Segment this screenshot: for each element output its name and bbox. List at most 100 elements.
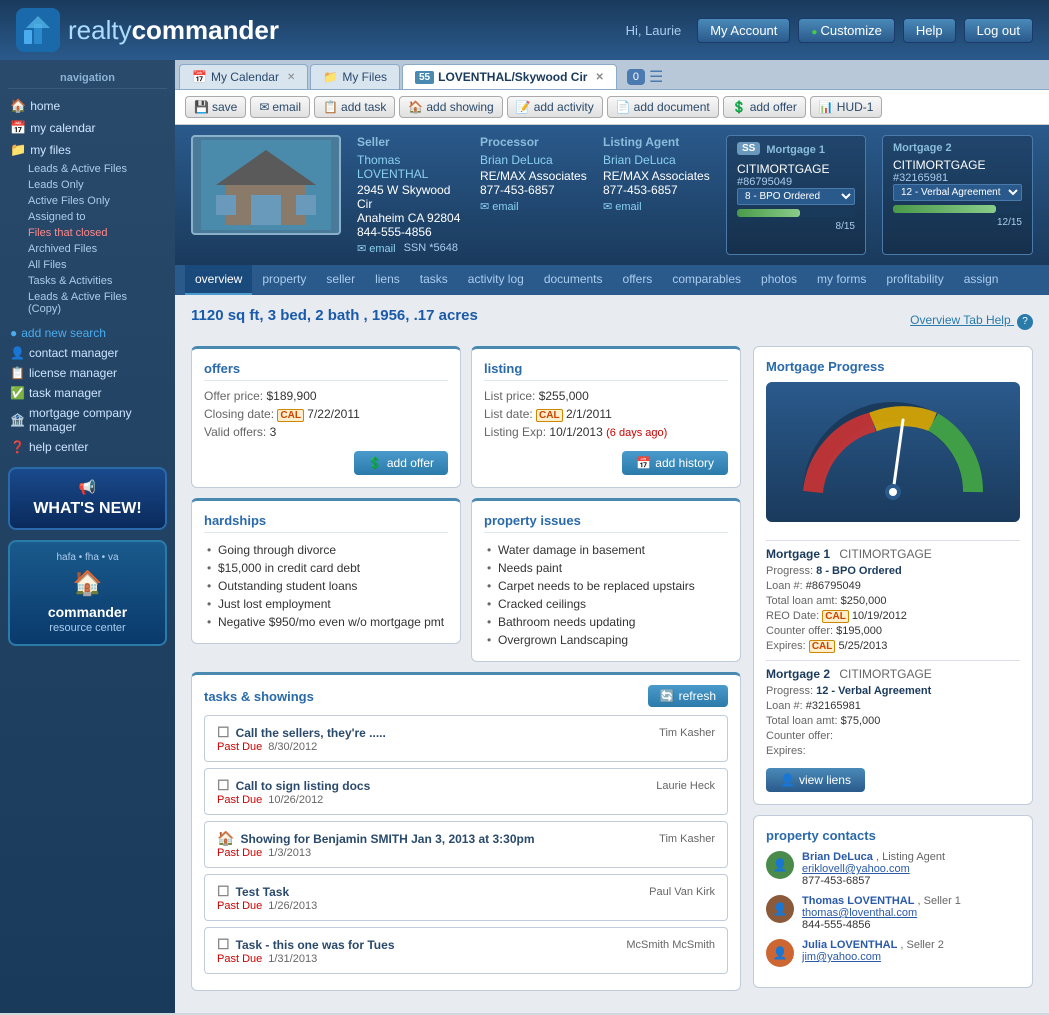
- task-checkbox-icon: ☐: [217, 777, 230, 794]
- mortgage1-lender: CITIMORTGAGE: [737, 162, 855, 176]
- sidebar-item-label: mortgage company manager: [29, 406, 165, 434]
- email-button[interactable]: ✉ email: [250, 96, 310, 118]
- mortgage-progress-box: Mortgage Progress: [753, 346, 1033, 805]
- tab-extras: 0 ☰: [623, 67, 663, 87]
- subnav-seller[interactable]: seller: [316, 265, 365, 295]
- add-showing-button[interactable]: 🏠 add showing: [399, 96, 502, 118]
- sidebar-sub-leads-active[interactable]: Leads & Active Files: [8, 161, 167, 177]
- seller-city: Anaheim CA 92804: [357, 211, 464, 225]
- tasks-showings-section: tasks & showings 🔄 refresh: [191, 672, 741, 991]
- sidebar-item-files[interactable]: 📁 my files: [8, 139, 167, 161]
- greeting-text: Hi, Laurie: [626, 23, 682, 38]
- subnav-photos[interactable]: photos: [751, 265, 807, 295]
- hud1-icon: 📊: [819, 100, 834, 114]
- add-task-button[interactable]: 📋 add task: [314, 96, 395, 118]
- subnav-assign[interactable]: assign: [954, 265, 1009, 295]
- subnav-liens[interactable]: liens: [365, 265, 410, 295]
- closing-date-field: Closing date: CAL 7/22/2011: [204, 407, 448, 421]
- add-document-button[interactable]: 📄 add document: [607, 96, 719, 118]
- seller-name-link[interactable]: Thomas LOVENTHAL: [357, 153, 464, 181]
- hud1-button[interactable]: 📊 HUD-1: [810, 96, 883, 118]
- subnav-property[interactable]: property: [252, 265, 316, 295]
- view-liens-button[interactable]: 👤 view liens: [766, 768, 865, 792]
- tab-loventhal[interactable]: 55 LOVENTHAL/Skywood Cir ✕: [402, 64, 617, 89]
- contact-email-link[interactable]: thomas@loventhal.com: [802, 907, 917, 919]
- mortgage1-status-select[interactable]: 8 - BPO Ordered: [737, 188, 855, 205]
- contact-email-link[interactable]: eriklovell@yahoo.com: [802, 863, 910, 875]
- seller-email-link[interactable]: ✉ email: [357, 242, 396, 255]
- sidebar-sub-tasks[interactable]: Tasks & Activities: [8, 273, 167, 289]
- contact-avatar: 👤: [766, 851, 794, 879]
- processor-name-link[interactable]: Brian DeLuca: [480, 153, 587, 167]
- refresh-button[interactable]: 🔄 refresh: [648, 685, 728, 707]
- processor-email-link[interactable]: ✉ email: [480, 200, 587, 213]
- tab-list-button[interactable]: ☰: [649, 67, 663, 87]
- m2-loan: Loan #: #32165981: [766, 700, 1020, 712]
- add-history-button[interactable]: 📅 add history: [622, 451, 728, 475]
- contact-item: 👤 Julia LOVENTHAL , Seller 2 jim@yahoo.c…: [766, 939, 1020, 967]
- mortgage2-status-select[interactable]: 12 - Verbal Agreement: [893, 184, 1022, 201]
- sidebar-sub-active-only[interactable]: Active Files Only: [8, 193, 167, 209]
- sidebar-license-manager[interactable]: 📋 license manager: [8, 363, 167, 383]
- processor-company: RE/MAX Associates: [480, 169, 587, 183]
- contact-name-link[interactable]: Thomas LOVENTHAL: [802, 895, 914, 907]
- subnav-comparables[interactable]: comparables: [662, 265, 751, 295]
- showing-item: 🏠 Showing for Benjamin SMITH Jan 3, 2013…: [204, 821, 728, 868]
- contact-role: , Seller 1: [918, 895, 961, 907]
- sidebar-item-home[interactable]: 🏠 home: [8, 95, 167, 117]
- tab-calendar[interactable]: 📅 My Calendar ✕: [179, 64, 308, 89]
- tab-close-loventhal[interactable]: ✕: [595, 72, 603, 83]
- sidebar-add-new-search[interactable]: ● add new search: [8, 323, 167, 343]
- home-icon: 🏠: [10, 98, 26, 114]
- mortgage1-box: SS Mortgage 1 CITIMORTGAGE #86795049 8 -…: [726, 135, 866, 255]
- subnav-documents[interactable]: documents: [534, 265, 613, 295]
- contact-email-link[interactable]: jim@yahoo.com: [802, 951, 881, 963]
- task-due-date: 10/26/2012: [268, 794, 323, 806]
- contact-name-link[interactable]: Brian DeLuca: [802, 851, 873, 863]
- sidebar-sub-all-files[interactable]: All Files: [8, 257, 167, 273]
- sidebar-sub-leads-copy[interactable]: Leads & Active Files (Copy): [8, 289, 167, 317]
- showing-icon: 🏠: [217, 830, 234, 847]
- customize-button[interactable]: ●Customize: [798, 18, 894, 43]
- add-offer-button[interactable]: 💲 add offer: [723, 96, 806, 118]
- sidebar-sub-files-closed[interactable]: Files that closed: [8, 225, 167, 241]
- contact-name-link[interactable]: Julia LOVENTHAL: [802, 939, 897, 951]
- overview-tab-help-link[interactable]: Overview Tab Help ?: [910, 313, 1033, 330]
- listing-agent-label: Listing Agent: [603, 135, 710, 149]
- cal-icon: CAL: [277, 409, 304, 422]
- subnav-tasks[interactable]: tasks: [410, 265, 458, 295]
- help-button[interactable]: Help: [903, 18, 956, 43]
- subnav-my-forms[interactable]: my forms: [807, 265, 876, 295]
- help-icon: ❓: [10, 440, 25, 454]
- whats-new-banner[interactable]: 📢 WHAT'S NEW!: [8, 467, 167, 530]
- subnav-offers[interactable]: offers: [613, 265, 663, 295]
- list-item: Just lost employment: [204, 595, 448, 613]
- mortgage-progress-title: Mortgage Progress: [766, 359, 1020, 374]
- sidebar-item-label: add new search: [21, 326, 106, 340]
- listing-agent-name-link[interactable]: Brian DeLuca: [603, 153, 710, 167]
- tab-files[interactable]: 📁 My Files: [310, 64, 400, 89]
- sidebar-item-calendar[interactable]: 📅 my calendar: [8, 117, 167, 139]
- sidebar-help-center[interactable]: ❓ help center: [8, 437, 167, 457]
- mortgage2-number: #32165981: [893, 172, 1022, 184]
- cal-icon: CAL: [809, 640, 836, 653]
- sidebar-contact-manager[interactable]: 👤 contact manager: [8, 343, 167, 363]
- subnav-overview[interactable]: overview: [185, 265, 252, 295]
- sidebar-mortgage-manager[interactable]: 🏦 mortgage company manager: [8, 403, 167, 437]
- sidebar-sub-assigned[interactable]: Assigned to: [8, 209, 167, 225]
- subnav-activity-log[interactable]: activity log: [458, 265, 534, 295]
- tab-close-calendar[interactable]: ✕: [287, 72, 295, 83]
- save-button[interactable]: 💾 save: [185, 96, 246, 118]
- resource-center-banner[interactable]: hafa • fha • va 🏠 commander resource cen…: [8, 540, 167, 646]
- logout-button[interactable]: Log out: [964, 18, 1033, 43]
- property-header: Seller Thomas LOVENTHAL 2945 W Skywood C…: [175, 125, 1049, 265]
- my-account-button[interactable]: My Account: [697, 18, 790, 43]
- sidebar-sub-leads-only[interactable]: Leads Only: [8, 177, 167, 193]
- listing-agent-email-link[interactable]: ✉ email: [603, 200, 710, 213]
- property-contacts-box: property contacts 👤 Brian DeLuca , Listi…: [753, 815, 1033, 988]
- add-offer-card-button[interactable]: 💲 add offer: [354, 451, 448, 475]
- sidebar-sub-archived[interactable]: Archived Files: [8, 241, 167, 257]
- subnav-profitability[interactable]: profitability: [876, 265, 953, 295]
- sidebar-task-manager[interactable]: ✅ task manager: [8, 383, 167, 403]
- add-activity-button[interactable]: 📝 add activity: [507, 96, 603, 118]
